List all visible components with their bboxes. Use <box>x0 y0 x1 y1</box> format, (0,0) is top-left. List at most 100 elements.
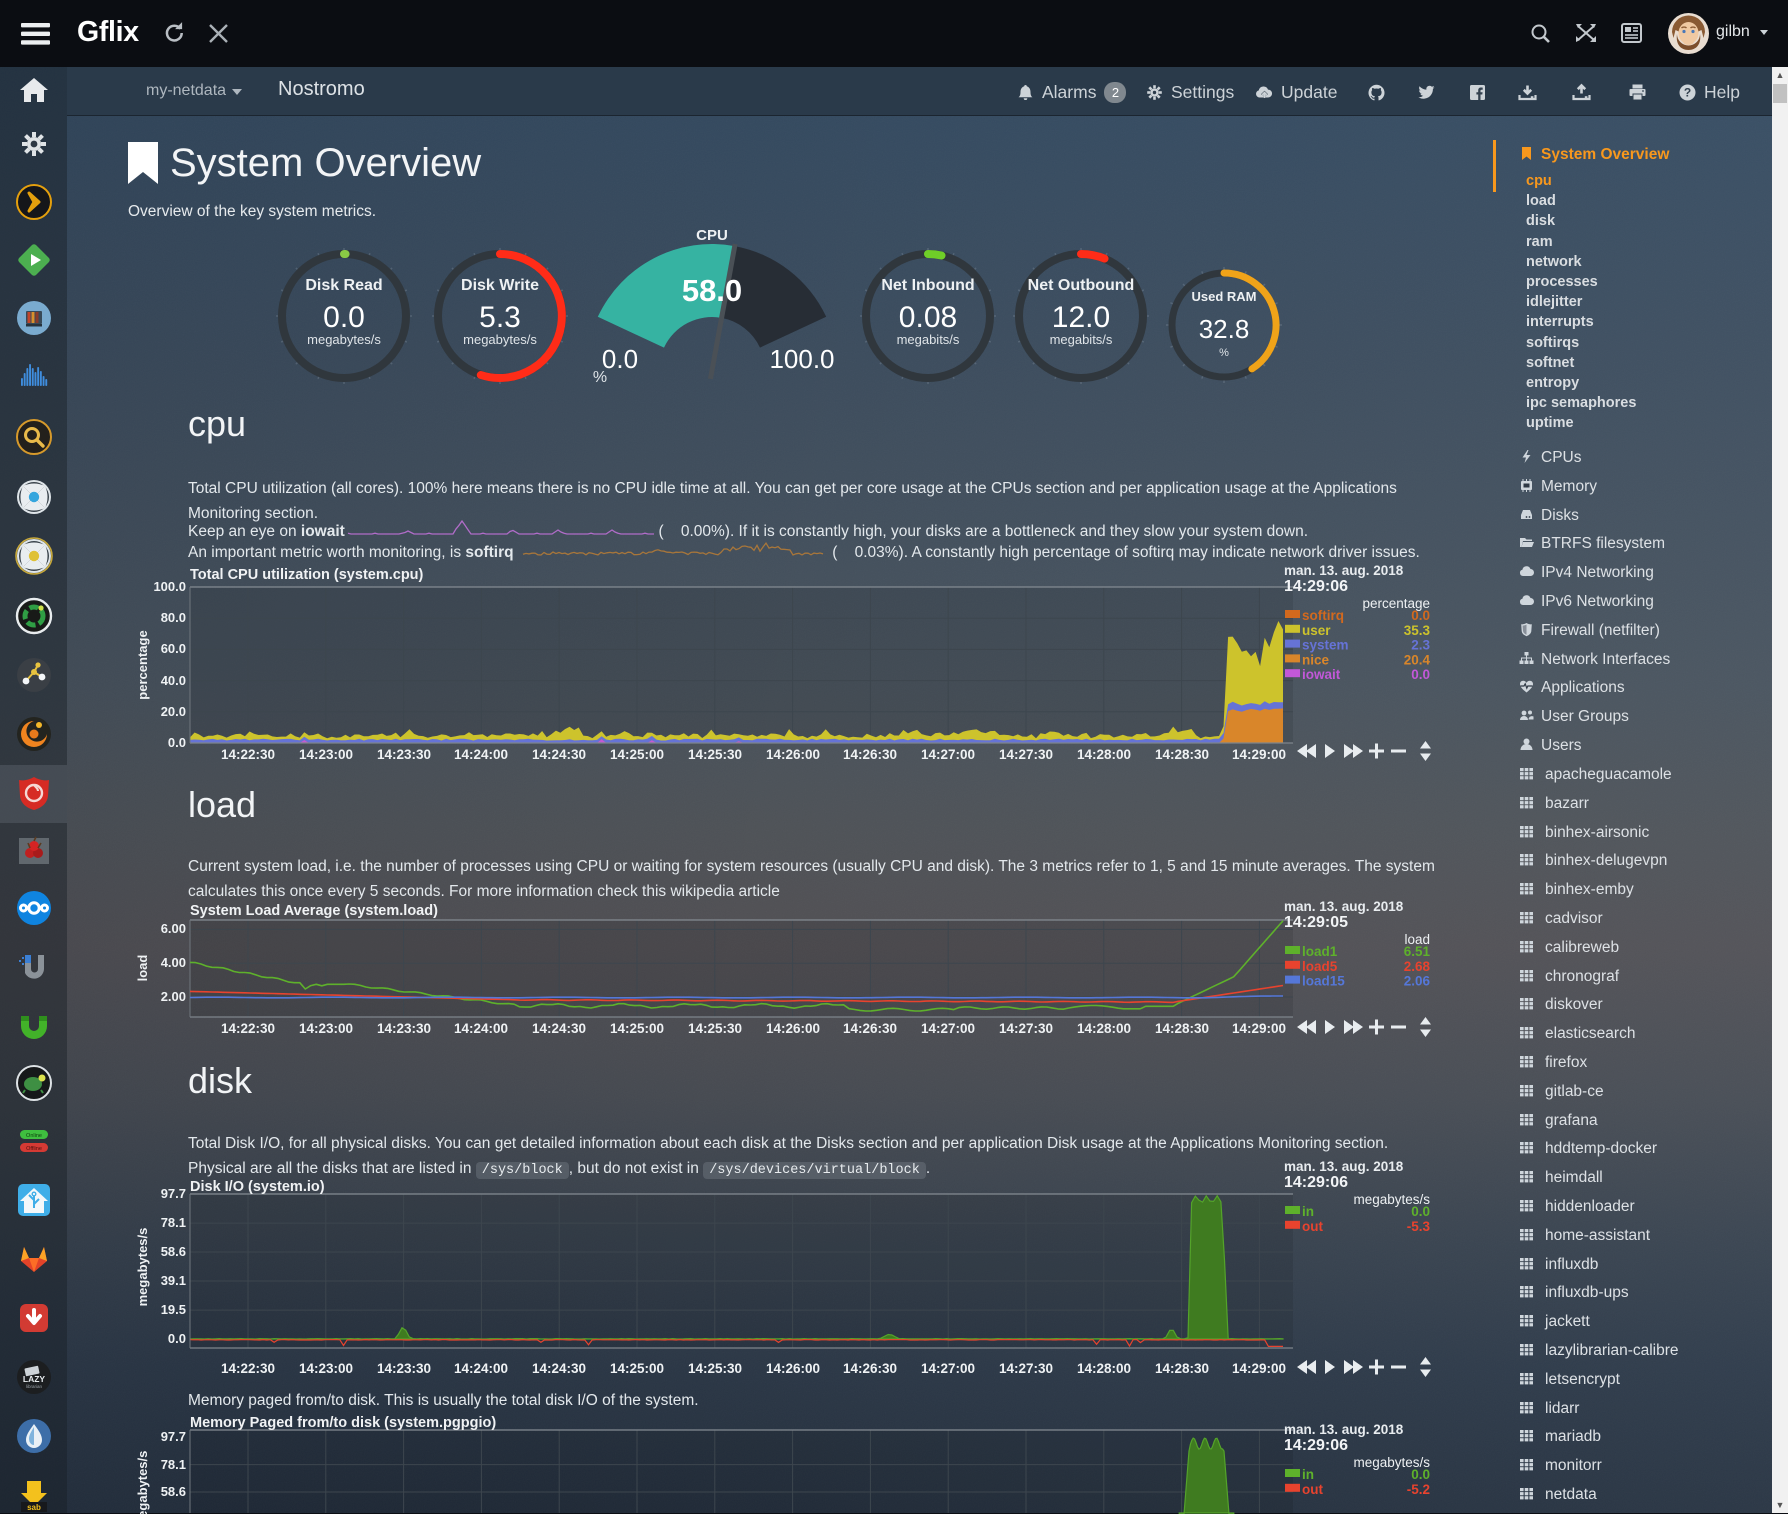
svg-text:14:25:00: 14:25:00 <box>610 1361 664 1376</box>
svg-text:14:25:30: 14:25:30 <box>688 747 742 762</box>
svg-text:14:28:30: 14:28:30 <box>1155 747 1209 762</box>
svg-text:14:22:30: 14:22:30 <box>221 747 275 762</box>
svg-text:man. 13. aug. 2018: man. 13. aug. 2018 <box>1284 1159 1404 1174</box>
svg-text:14:25:00: 14:25:00 <box>610 747 664 762</box>
svg-text:out: out <box>1302 1482 1323 1497</box>
svg-text:0.0: 0.0 <box>168 735 186 750</box>
svg-text:0.0: 0.0 <box>168 1331 186 1346</box>
svg-text:man. 13. aug. 2018: man. 13. aug. 2018 <box>1284 1422 1404 1437</box>
svg-text:2.68: 2.68 <box>1404 959 1431 974</box>
svg-text:14:28:30: 14:28:30 <box>1155 1361 1209 1376</box>
svg-text:14:23:00: 14:23:00 <box>299 1361 353 1376</box>
svg-text:2.00: 2.00 <box>161 989 186 1004</box>
svg-text:14:26:00: 14:26:00 <box>766 1361 820 1376</box>
svg-text:0.0: 0.0 <box>1411 667 1430 682</box>
svg-text:100.0: 100.0 <box>153 579 186 594</box>
svg-text:-5.3: -5.3 <box>1407 1219 1431 1234</box>
svg-text:14:29:00: 14:29:00 <box>1232 1361 1286 1376</box>
svg-text:2.3: 2.3 <box>1411 638 1430 653</box>
svg-text:35.3: 35.3 <box>1404 623 1431 638</box>
svg-text:Memory Paged from/to disk (sys: Memory Paged from/to disk (system.pgpgio… <box>190 1415 496 1431</box>
svg-text:6.00: 6.00 <box>161 921 186 936</box>
svg-text:14:27:30: 14:27:30 <box>999 1361 1053 1376</box>
svg-text:megabytes/s: megabytes/s <box>135 1228 150 1307</box>
svg-text:out: out <box>1302 1219 1323 1234</box>
svg-text:14:27:00: 14:27:00 <box>921 1361 975 1376</box>
svg-text:14:28:00: 14:28:00 <box>1077 1021 1131 1036</box>
svg-text:14:22:30: 14:22:30 <box>221 1021 275 1036</box>
svg-text:load5: load5 <box>1302 959 1338 974</box>
svg-text:14:23:30: 14:23:30 <box>377 747 431 762</box>
svg-text:System Load Average (system.lo: System Load Average (system.load) <box>190 903 438 919</box>
svg-text:14:24:30: 14:24:30 <box>532 1361 586 1376</box>
svg-text:14:26:30: 14:26:30 <box>843 1361 897 1376</box>
svg-text:percentage: percentage <box>135 630 150 699</box>
svg-text:14:23:30: 14:23:30 <box>377 1361 431 1376</box>
svg-text:58.6: 58.6 <box>161 1484 186 1499</box>
svg-text:40.0: 40.0 <box>161 673 186 688</box>
svg-text:load15: load15 <box>1302 974 1345 989</box>
svg-text:14:29:00: 14:29:00 <box>1232 1021 1286 1036</box>
svg-text:14:23:30: 14:23:30 <box>377 1021 431 1036</box>
svg-text:14:25:30: 14:25:30 <box>688 1021 742 1036</box>
svg-text:load1: load1 <box>1302 944 1338 959</box>
svg-text:in: in <box>1302 1204 1314 1219</box>
svg-text:iowait: iowait <box>1302 667 1341 682</box>
svg-text:user: user <box>1302 623 1331 638</box>
svg-text:14:29:06: 14:29:06 <box>1284 1174 1348 1191</box>
svg-text:megabytes/s: megabytes/s <box>135 1451 150 1514</box>
svg-text:man. 13. aug. 2018: man. 13. aug. 2018 <box>1284 563 1404 578</box>
svg-text:14:28:00: 14:28:00 <box>1077 747 1131 762</box>
svg-text:0.0: 0.0 <box>1411 1204 1430 1219</box>
svg-text:14:24:00: 14:24:00 <box>454 747 508 762</box>
svg-text:14:27:30: 14:27:30 <box>999 1021 1053 1036</box>
svg-text:14:26:30: 14:26:30 <box>843 1021 897 1036</box>
svg-text:78.1: 78.1 <box>161 1215 186 1230</box>
svg-text:14:24:00: 14:24:00 <box>454 1361 508 1376</box>
svg-text:14:29:05: 14:29:05 <box>1284 914 1348 931</box>
svg-text:97.7: 97.7 <box>161 1429 186 1444</box>
svg-text:19.5: 19.5 <box>161 1302 186 1317</box>
svg-text:80.0: 80.0 <box>161 610 186 625</box>
svg-text:58.6: 58.6 <box>161 1244 186 1259</box>
svg-text:78.1: 78.1 <box>161 1457 186 1472</box>
svg-text:14:24:30: 14:24:30 <box>532 1021 586 1036</box>
svg-text:14:28:00: 14:28:00 <box>1077 1361 1131 1376</box>
svg-text:14:26:00: 14:26:00 <box>766 1021 820 1036</box>
svg-text:60.0: 60.0 <box>161 641 186 656</box>
svg-text:14:25:00: 14:25:00 <box>610 1021 664 1036</box>
svg-text:softirq: softirq <box>1302 608 1344 623</box>
svg-text:system: system <box>1302 638 1349 653</box>
svg-text:14:24:30: 14:24:30 <box>532 747 586 762</box>
svg-text:0.0: 0.0 <box>1411 608 1430 623</box>
svg-text:14:29:00: 14:29:00 <box>1232 747 1286 762</box>
svg-text:39.1: 39.1 <box>161 1273 186 1288</box>
svg-text:20.0: 20.0 <box>161 704 186 719</box>
svg-text:14:28:30: 14:28:30 <box>1155 1021 1209 1036</box>
svg-text:0.0: 0.0 <box>1411 1467 1430 1482</box>
svg-text:20.4: 20.4 <box>1404 652 1431 667</box>
svg-text:nice: nice <box>1302 652 1330 667</box>
svg-text:14:26:30: 14:26:30 <box>843 747 897 762</box>
svg-text:14:27:30: 14:27:30 <box>999 747 1053 762</box>
svg-text:4.00: 4.00 <box>161 955 186 970</box>
svg-text:-5.2: -5.2 <box>1407 1482 1430 1497</box>
svg-text:97.7: 97.7 <box>161 1186 186 1201</box>
svg-text:Disk I/O (system.io): Disk I/O (system.io) <box>190 1179 325 1195</box>
svg-text:14:29:06: 14:29:06 <box>1284 578 1348 595</box>
svg-text:Total CPU utilization (system.: Total CPU utilization (system.cpu) <box>190 567 424 583</box>
svg-text:14:24:00: 14:24:00 <box>454 1021 508 1036</box>
svg-text:load: load <box>135 955 150 982</box>
svg-text:14:23:00: 14:23:00 <box>299 1021 353 1036</box>
svg-text:man. 13. aug. 2018: man. 13. aug. 2018 <box>1284 899 1404 914</box>
svg-text:in: in <box>1302 1467 1314 1482</box>
svg-text:14:27:00: 14:27:00 <box>921 1021 975 1036</box>
svg-text:14:27:00: 14:27:00 <box>921 747 975 762</box>
svg-text:2.06: 2.06 <box>1404 974 1431 989</box>
svg-text:14:26:00: 14:26:00 <box>766 747 820 762</box>
svg-text:6.51: 6.51 <box>1404 944 1431 959</box>
svg-text:14:23:00: 14:23:00 <box>299 747 353 762</box>
svg-text:14:22:30: 14:22:30 <box>221 1361 275 1376</box>
svg-text:14:25:30: 14:25:30 <box>688 1361 742 1376</box>
svg-text:14:29:06: 14:29:06 <box>1284 1437 1348 1454</box>
